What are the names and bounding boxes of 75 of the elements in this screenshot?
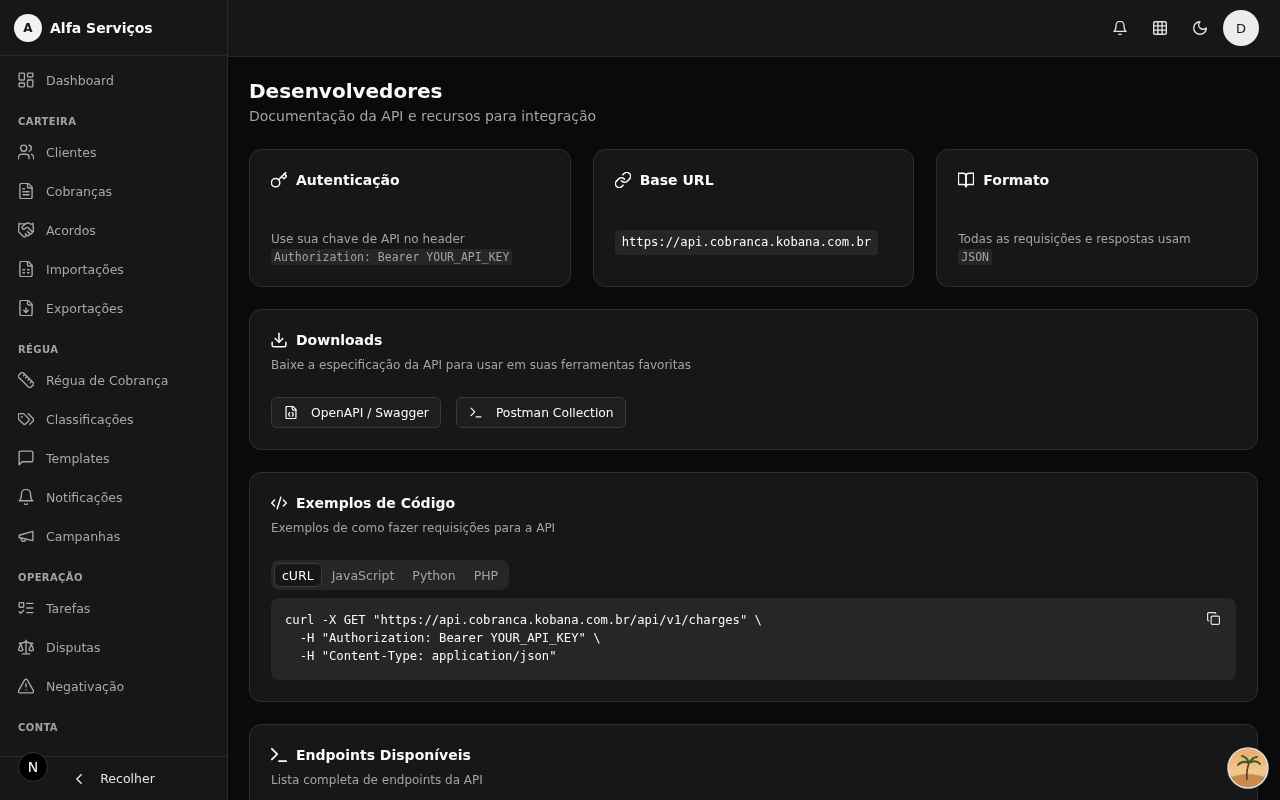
nav-item[interactable]: Campanhas bbox=[8, 518, 219, 554]
link-icon bbox=[614, 172, 631, 188]
code-line: -H "Authorization: Bearer YOUR_API_KEY" \ bbox=[298, 630, 601, 647]
user-avatar[interactable]: D bbox=[1223, 10, 1259, 46]
nav-item[interactable]: Exportações bbox=[8, 290, 219, 326]
nav-item[interactable]: Cobranças bbox=[8, 173, 219, 209]
nav-item[interactable]: Acordos bbox=[8, 212, 219, 248]
bell-icon bbox=[18, 489, 34, 505]
nav-item[interactable]: Tarefas bbox=[8, 590, 219, 626]
card-description: Exemplos de como fazer requisições para a API bbox=[271, 520, 557, 537]
spreadsheet-file-icon bbox=[18, 261, 34, 277]
code-snippet: Authorization: Bearer YOUR_API_KEY bbox=[271, 249, 513, 265]
nav-item[interactable]: Templates bbox=[8, 440, 219, 476]
terminal-icon bbox=[271, 747, 287, 763]
key-icon bbox=[271, 172, 287, 188]
nav-item[interactable]: Disputas bbox=[8, 629, 219, 665]
tags-icon bbox=[18, 411, 34, 427]
page-subtitle: Documentação da API e recursos para integração bbox=[249, 107, 598, 126]
card-description: Baixe a especificação da API para usar em suas ferramentas favoritas bbox=[271, 357, 692, 374]
language-tab[interactable]: PHP bbox=[465, 563, 507, 587]
card-title: Endpoints Disponíveis bbox=[296, 746, 471, 765]
collapse-button[interactable]: Recolher bbox=[70, 767, 161, 790]
nav-item[interactable]: Importações bbox=[8, 251, 219, 287]
card-title: Exemplos de Código bbox=[296, 494, 456, 513]
layout-grid-icon bbox=[18, 72, 34, 88]
nav-item[interactable]: Dashboard bbox=[8, 62, 219, 98]
brand-logo: A bbox=[14, 13, 42, 42]
nav-item[interactable]: Clientes bbox=[8, 134, 219, 170]
card-text: Todas as requisições e respostas usam bbox=[958, 231, 1191, 248]
chevron-left-icon bbox=[76, 773, 83, 784]
download-icon bbox=[271, 332, 287, 348]
language-tab[interactable]: Python bbox=[404, 563, 464, 587]
copy-icon[interactable] bbox=[1207, 612, 1220, 625]
document-icon bbox=[18, 183, 34, 199]
nav-item[interactable]: Classificações bbox=[8, 401, 219, 437]
card-description: Lista completa de endpoints da API bbox=[271, 772, 484, 789]
checklist-icon bbox=[18, 600, 34, 616]
language-tab[interactable]: cURL bbox=[274, 563, 322, 587]
code-line: curl -X GET "https://api.cobranca.kobana.com.br/api/v1/charges" \ bbox=[285, 612, 762, 629]
nav-item[interactable]: Negativação bbox=[8, 668, 219, 704]
json-file-icon bbox=[285, 406, 297, 419]
card-title: Formato bbox=[983, 171, 1050, 190]
open-book-icon bbox=[958, 172, 975, 188]
handshake-icon bbox=[18, 222, 34, 238]
language-tab[interactable]: JavaScript bbox=[323, 563, 403, 587]
nav-item[interactable]: Notificações bbox=[8, 479, 219, 515]
chat-bubble-icon bbox=[18, 450, 34, 466]
section-label: CONTA bbox=[17, 721, 59, 735]
download-button[interactable]: Postman Collection bbox=[455, 397, 626, 428]
ruler-icon bbox=[18, 372, 34, 388]
scale-icon bbox=[18, 639, 34, 655]
grid-icon[interactable] bbox=[1153, 21, 1167, 35]
file-download-icon bbox=[18, 300, 34, 316]
code-line: -H "Content-Type: application/json" bbox=[298, 648, 557, 665]
section-label: RÉGUA bbox=[17, 342, 60, 357]
users-icon bbox=[18, 144, 34, 160]
download-button[interactable]: OpenAPI / Swagger bbox=[271, 397, 441, 428]
code-snippet: JSON bbox=[958, 249, 993, 265]
section-label: OPERAÇÃO bbox=[17, 570, 84, 585]
nav-item[interactable]: Régua de Cobrança bbox=[8, 362, 219, 398]
base-url-code: https://api.cobranca.kobana.com.br bbox=[614, 230, 879, 255]
moon-icon[interactable] bbox=[1193, 21, 1207, 35]
section-label: CARTEIRA bbox=[17, 115, 78, 129]
terminal-icon bbox=[469, 406, 482, 419]
card-text: Use sua chave de API no header bbox=[271, 231, 465, 248]
card-title: Base URL bbox=[639, 171, 714, 190]
warning-icon bbox=[18, 678, 34, 694]
megaphone-icon bbox=[18, 528, 34, 544]
avatar-picture[interactable] bbox=[1227, 747, 1269, 789]
code-brackets-icon bbox=[271, 495, 287, 511]
card-title: Autenticação bbox=[296, 171, 400, 190]
brand-name: Alfa Serviços bbox=[50, 19, 153, 36]
card-title: Downloads bbox=[296, 331, 383, 350]
page-title: Desenvolvedores bbox=[249, 78, 444, 105]
bell-icon[interactable] bbox=[1113, 21, 1127, 35]
